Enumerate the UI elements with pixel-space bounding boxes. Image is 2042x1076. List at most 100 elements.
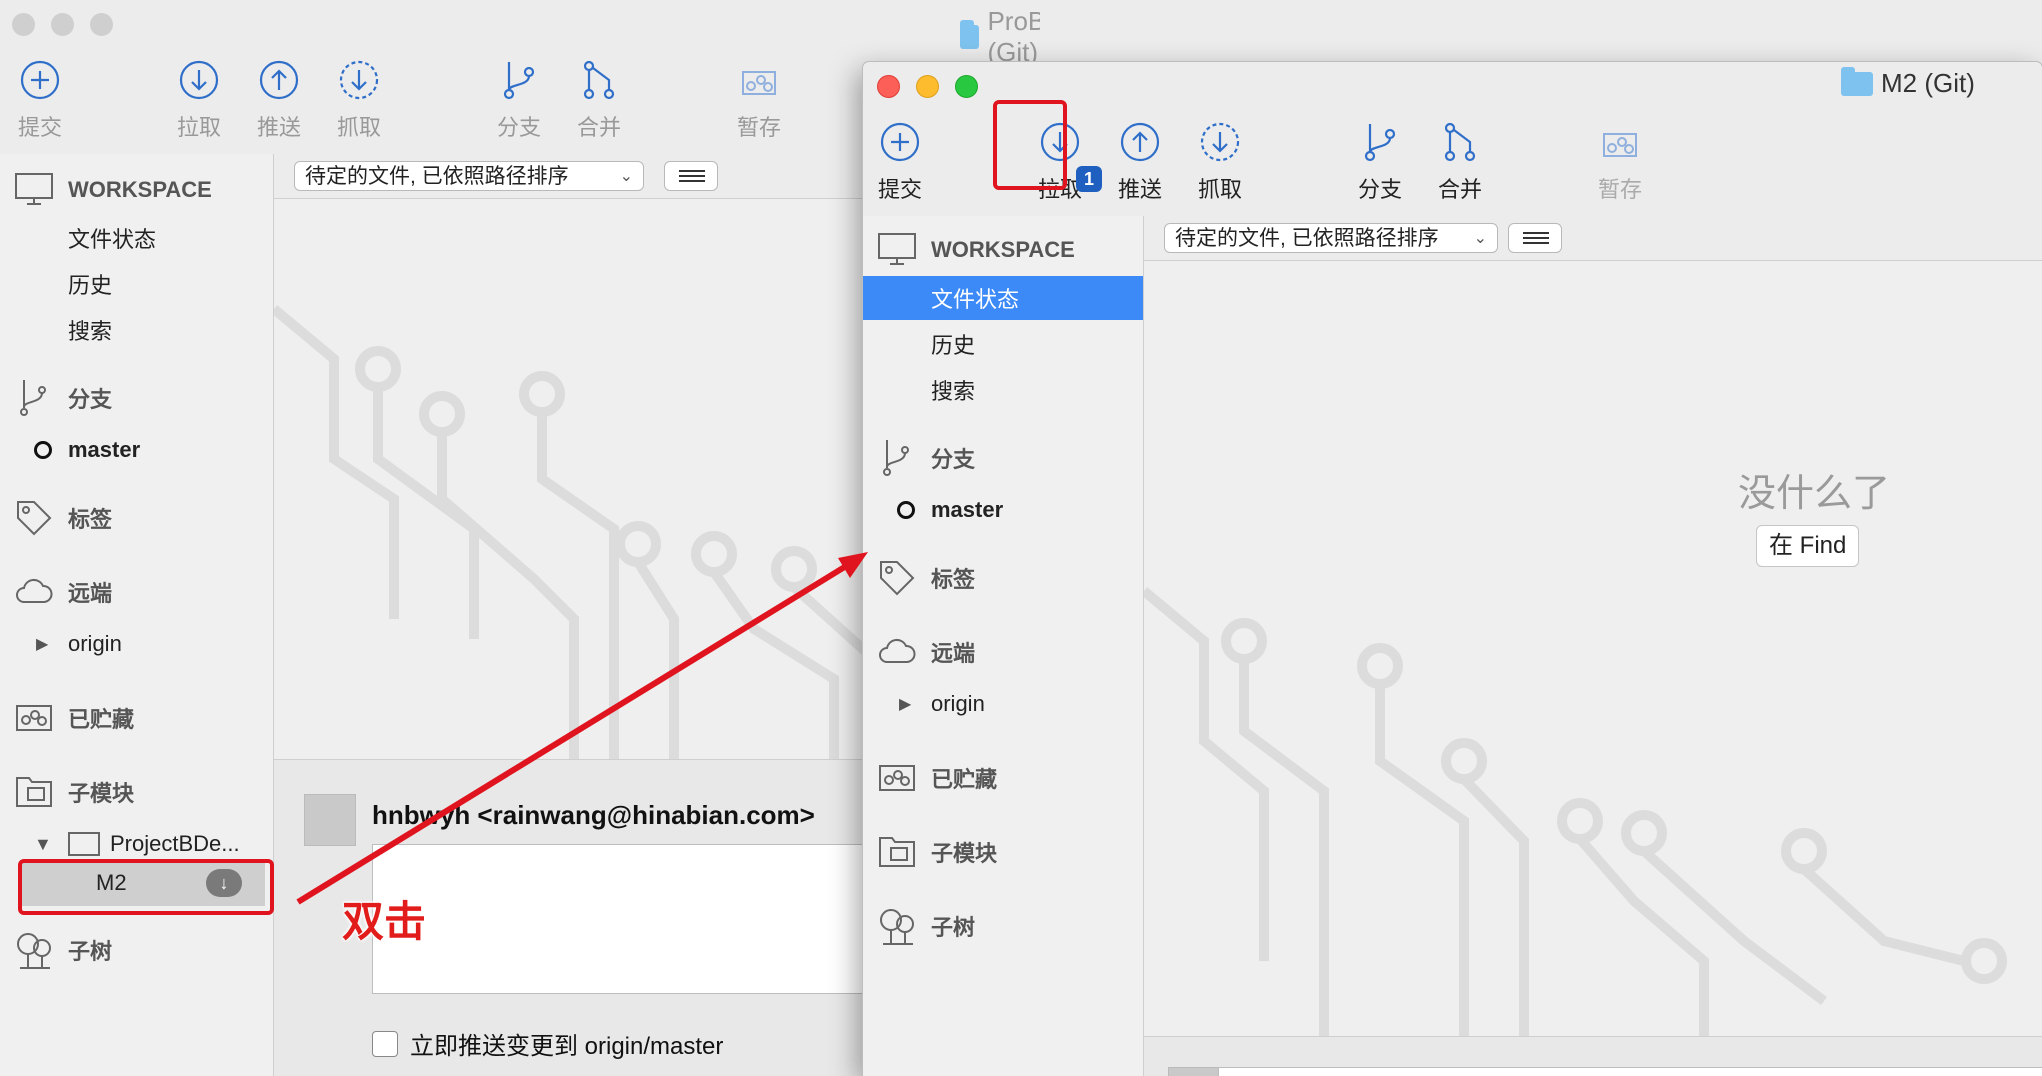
stash-icon <box>879 765 915 791</box>
sidebar-item-origin[interactable]: ▶ origin <box>863 682 1143 726</box>
monitor-icon <box>878 233 916 265</box>
sidebar-branches[interactable]: 分支 <box>863 436 1143 480</box>
merge-button[interactable]: 合并 <box>1423 120 1497 204</box>
stash-icon <box>742 71 776 95</box>
title-bar: ProB (Git) <box>0 0 1040 67</box>
merge-icon <box>1444 122 1476 162</box>
branch-button[interactable]: 分支 <box>482 58 556 142</box>
window-m2: M2 (Git) 提交 拉取 1 推送 抓取 分支 合并 暂存 WORKSPAC… <box>863 62 2042 1076</box>
window-controls <box>877 75 978 98</box>
close-button[interactable] <box>877 75 900 98</box>
pull-count-badge: 1 <box>1076 166 1102 192</box>
sidebar-stashes[interactable]: 已贮藏 <box>0 696 273 740</box>
disclosure-triangle-open-icon[interactable]: ▼ <box>34 834 52 855</box>
commit-message-input[interactable] <box>1218 1067 2042 1076</box>
arrow-up-circle-icon <box>259 60 299 100</box>
current-branch-icon <box>34 441 52 459</box>
window-title: M2 (Git) <box>1841 66 1975 99</box>
arrow-down-circle-icon <box>179 60 219 100</box>
cloud-icon <box>16 578 53 603</box>
sidebar-submodules[interactable]: 子模块 <box>863 830 1143 874</box>
list-view-button[interactable] <box>664 161 718 191</box>
fetch-button[interactable]: 抓取 <box>1183 120 1257 204</box>
plus-circle-icon <box>20 60 60 100</box>
show-in-finder-button[interactable]: 在 Find <box>1756 525 1860 567</box>
sidebar-remotes[interactable]: 远端 <box>0 570 273 614</box>
chevron-down-icon: ⌄ <box>1473 230 1487 247</box>
avatar <box>1168 1067 1220 1076</box>
push-immediately-checkbox[interactable] <box>372 1030 398 1057</box>
background-pattern <box>1144 587 2007 1036</box>
push-button[interactable]: 推送 <box>1103 120 1177 204</box>
tag-icon <box>880 561 915 596</box>
stash-button[interactable]: 暂存 <box>1583 120 1657 204</box>
fetch-icon <box>1200 122 1240 162</box>
sidebar-item-file-status[interactable]: 文件状态 <box>0 216 273 260</box>
disclosure-triangle-icon[interactable]: ▶ <box>899 694 911 714</box>
sidebar-workspace[interactable]: WORKSPACE <box>863 228 1143 272</box>
close-button[interactable] <box>12 13 35 36</box>
submodule-icon <box>879 837 915 867</box>
branch-button[interactable]: 分支 <box>1343 120 1417 204</box>
commit-author: hnbwyh <rainwang@hinabian.com> <box>372 800 815 830</box>
sidebar-item-history[interactable]: 历史 <box>863 322 1143 366</box>
chevron-down-icon: ⌄ <box>619 168 633 185</box>
sidebar-tags[interactable]: 标签 <box>863 556 1143 600</box>
fetch-icon <box>339 60 379 100</box>
file-sort-select[interactable]: 待定的文件, 已依照路径排序 ⌄ <box>294 161 644 191</box>
window-controls <box>12 13 113 36</box>
merge-icon <box>583 60 615 100</box>
stash-icon <box>1603 133 1637 157</box>
sidebar-subtrees[interactable]: 子树 <box>0 928 273 972</box>
commit-button[interactable]: 提交 <box>3 58 77 142</box>
list-view-button[interactable] <box>1508 223 1562 253</box>
empty-state-title: 没什么了 <box>1738 473 1891 515</box>
sidebar: WORKSPACE 文件状态 历史 搜索 分支 master 标签 远端 ▶ o… <box>0 154 274 1076</box>
push-button[interactable]: 推送 <box>242 58 316 142</box>
sidebar-item-origin[interactable]: ▶ origin <box>0 622 273 666</box>
sidebar-item-search[interactable]: 搜索 <box>863 368 1143 412</box>
sidebar-tags[interactable]: 标签 <box>0 496 273 540</box>
sidebar-workspace[interactable]: WORKSPACE <box>0 168 273 212</box>
branch-icon <box>20 380 46 416</box>
pull-button[interactable]: 拉取 <box>162 58 236 142</box>
folder-icon <box>1841 66 1873 96</box>
cloud-icon <box>879 638 916 663</box>
sidebar-item-master[interactable]: master <box>863 488 1143 532</box>
tree-icon <box>880 909 914 945</box>
fetch-button[interactable]: 抓取 <box>322 58 396 142</box>
branch-icon <box>503 62 535 100</box>
avatar <box>304 794 356 846</box>
sidebar-branches[interactable]: 分支 <box>0 376 273 420</box>
sidebar-stashes[interactable]: 已贮藏 <box>863 756 1143 800</box>
stash-icon <box>16 705 52 731</box>
push-immediately-row[interactable]: 立即推送变更到 origin/master <box>372 1026 723 1061</box>
tag-icon <box>17 501 52 536</box>
sidebar-item-history[interactable]: 历史 <box>0 262 273 306</box>
sidebar-item-search[interactable]: 搜索 <box>0 308 273 352</box>
file-sort-select[interactable]: 待定的文件, 已依照路径排序 ⌄ <box>1164 223 1498 253</box>
tree-icon <box>17 933 51 969</box>
minimize-button[interactable] <box>51 13 74 36</box>
disclosure-triangle-icon[interactable]: ▶ <box>36 634 48 654</box>
minimize-button[interactable] <box>916 75 939 98</box>
branch-icon <box>883 440 909 476</box>
sidebar-subtrees[interactable]: 子树 <box>863 904 1143 948</box>
merge-button[interactable]: 合并 <box>562 58 636 142</box>
monitor-icon <box>15 173 53 205</box>
file-status-pane: 没什么了 在 Find <box>1144 261 2042 1036</box>
plus-circle-icon <box>880 122 920 162</box>
submodule-icon <box>16 777 52 807</box>
sidebar-submodules[interactable]: 子模块 <box>0 770 273 814</box>
filter-bar: 待定的文件, 已依照路径排序 ⌄ <box>1144 216 2042 261</box>
commit-button[interactable]: 提交 <box>863 120 937 204</box>
annotation-double-click: 双击 <box>342 898 427 945</box>
zoom-button[interactable] <box>955 75 978 98</box>
sidebar-remotes[interactable]: 远端 <box>863 630 1143 674</box>
current-branch-icon <box>897 501 915 519</box>
zoom-button[interactable] <box>90 13 113 36</box>
stash-button[interactable]: 暂存 <box>722 58 796 142</box>
sidebar-item-file-status[interactable]: 文件状态 <box>863 276 1143 320</box>
highlight-pull-button <box>993 100 1067 190</box>
sidebar-item-master[interactable]: master <box>0 428 273 472</box>
